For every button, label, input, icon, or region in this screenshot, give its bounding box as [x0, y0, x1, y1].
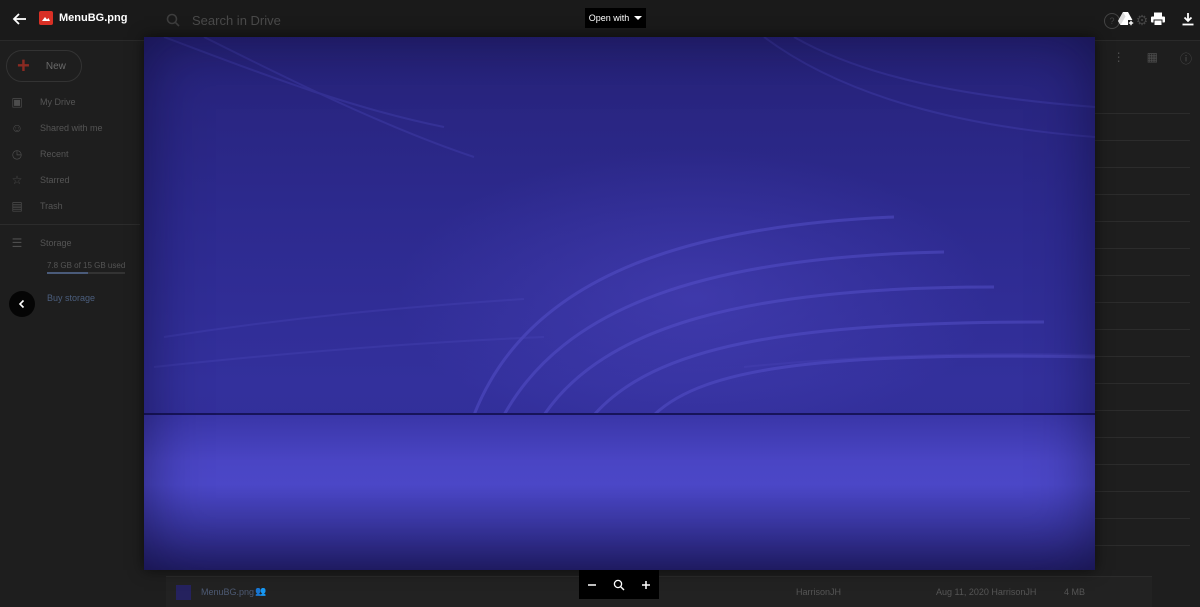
list-divider — [1095, 464, 1190, 465]
list-divider — [1095, 356, 1190, 357]
zoom-controls — [579, 570, 659, 599]
storage-icon: ☰ — [11, 236, 23, 250]
new-button[interactable]: + New — [6, 50, 82, 82]
sidebar-item-starred[interactable]: ☆ Starred — [10, 171, 70, 189]
list-divider — [1095, 437, 1190, 438]
sidebar-item-storage[interactable]: ☰ Storage — [10, 234, 72, 252]
clock-icon: ◷ — [11, 147, 23, 161]
sidebar-item-my-drive[interactable]: ▣ My Drive — [10, 93, 76, 111]
more-vert-icon[interactable]: ⋮ — [1113, 50, 1125, 67]
storage-progress-bar — [47, 272, 125, 274]
table-row[interactable]: MenuBG.png 👥 HarrisonJH Aug 11, 2020 Har… — [166, 576, 1152, 607]
sidebar-item-label: Starred — [40, 175, 70, 185]
sidebar-divider — [0, 224, 140, 225]
list-divider — [1095, 491, 1190, 492]
list-divider — [1095, 410, 1190, 411]
sidebar-item-shared[interactable]: ☺ Shared with me — [10, 119, 103, 137]
shared-icon: 👥 — [255, 586, 267, 596]
file-name: MenuBG.png — [201, 587, 255, 597]
file-thumbnail — [176, 585, 191, 600]
plus-icon: + — [17, 53, 30, 78]
sidebar-item-label: Storage — [40, 238, 72, 248]
arrow-back-icon — [12, 13, 26, 25]
zoom-reset-button[interactable] — [610, 576, 628, 594]
list-divider — [1095, 248, 1190, 249]
people-icon: ☺ — [10, 121, 24, 135]
image-file-icon — [39, 11, 53, 25]
storage-used-text: 7.8 GB of 15 GB used — [47, 261, 126, 270]
grid-view-icon[interactable]: ▦ — [1147, 50, 1158, 67]
list-divider — [1095, 221, 1190, 222]
sidebar-item-label: Recent — [40, 149, 69, 159]
drive-icon: ▣ — [11, 95, 23, 109]
list-divider — [1095, 140, 1190, 141]
open-with-label: Open with — [588, 13, 630, 23]
image-preview[interactable] — [144, 37, 1095, 570]
file-owner: HarrisonJH — [796, 587, 842, 597]
list-divider — [1095, 275, 1190, 276]
sidebar-item-trash[interactable]: ▤ Trash — [10, 197, 63, 215]
list-divider — [1095, 518, 1190, 519]
magnifier-icon — [613, 579, 625, 590]
file-size: 4 MB — [1064, 587, 1086, 597]
trash-icon: ▤ — [11, 199, 23, 213]
zoom-out-button[interactable] — [583, 576, 601, 594]
chevron-left-icon — [18, 299, 25, 309]
list-divider — [1095, 194, 1190, 195]
storage-progress-fill — [47, 272, 88, 274]
minus-icon — [588, 583, 597, 586]
plus-icon — [641, 580, 650, 589]
list-divider — [1095, 113, 1190, 114]
viewer-toolbar: MenuBG.png Open with ? ⚙ — [0, 0, 1200, 37]
list-divider — [1095, 545, 1190, 546]
list-divider — [1095, 383, 1190, 384]
sidebar-item-label: Shared with me — [40, 123, 103, 133]
star-icon: ☆ — [11, 173, 23, 187]
drive-view-tools: ⋮ ▦ ⓘ — [1113, 50, 1192, 67]
sidebar-item-recent[interactable]: ◷ Recent — [10, 145, 69, 163]
buy-storage-link[interactable]: Buy storage — [47, 293, 95, 303]
back-button[interactable] — [10, 9, 30, 29]
download-icon[interactable] — [1179, 10, 1197, 28]
list-divider — [1095, 302, 1190, 303]
file-modified: Aug 11, 2020 HarrisonJH — [936, 587, 1037, 597]
sidebar-item-label: Trash — [40, 201, 63, 211]
list-divider — [1095, 167, 1190, 168]
list-divider — [1095, 329, 1190, 330]
open-with-button[interactable]: Open with — [585, 8, 646, 28]
caret-down-icon — [634, 16, 643, 20]
zoom-in-button[interactable] — [637, 576, 655, 594]
info-icon[interactable]: ⓘ — [1180, 50, 1192, 67]
print-icon[interactable] — [1149, 10, 1167, 28]
sidebar-item-label: My Drive — [40, 97, 76, 107]
new-button-label: New — [45, 60, 66, 72]
collapse-sidebar-button[interactable] — [9, 291, 35, 317]
preview-vignette — [144, 37, 1095, 570]
file-title: MenuBG.png — [59, 12, 128, 24]
